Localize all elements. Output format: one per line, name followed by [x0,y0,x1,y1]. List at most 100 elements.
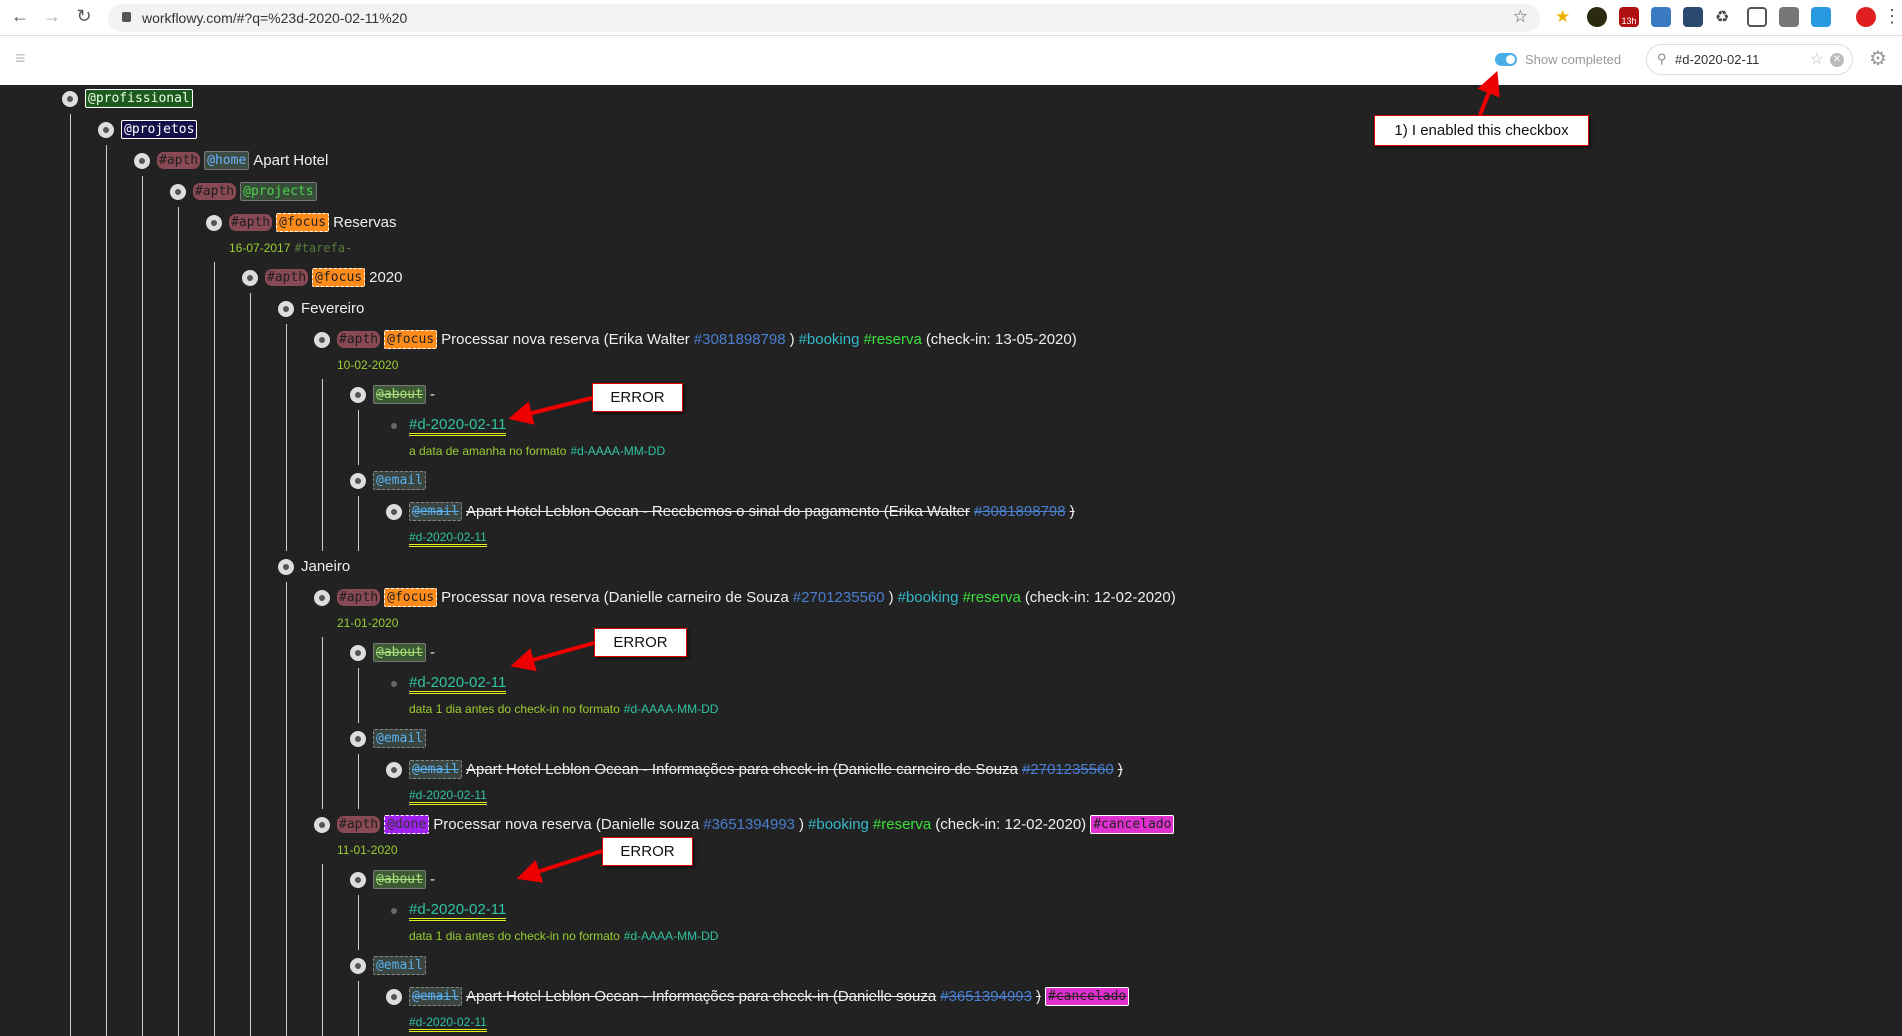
bullet-icon[interactable] [314,816,330,833]
tag-apth[interactable]: #apth [193,183,237,200]
reserva-link[interactable]: #reserva [863,331,921,348]
num-link[interactable]: #3651394993 [703,816,795,833]
bullet-icon[interactable] [386,761,402,778]
bullet-icon[interactable] [242,269,258,286]
num-link[interactable]: #3081898798 [694,331,786,348]
num-link[interactable]: #2701235560 [793,589,885,606]
bullet-icon[interactable] [278,558,294,575]
bullet-icon[interactable] [134,152,150,169]
outline-row[interactable]: @email [350,723,1180,754]
reload-icon[interactable]: ↻ [72,6,96,27]
outline-row[interactable]: @email [350,465,1180,496]
tag-focus[interactable]: @focus [384,330,438,349]
forward-icon[interactable]: → [40,6,64,27]
hamburger-menu-icon[interactable]: ≡ [15,49,29,67]
show-completed-label[interactable]: Show completed [1525,52,1621,67]
tag-done[interactable]: @done [384,815,430,834]
bullet-icon[interactable] [386,418,402,434]
bullet-icon[interactable] [386,503,402,520]
settings-gear-icon[interactable]: ⚙ [1869,46,1887,71]
outline-row[interactable]: #apth @done Processar nova reserva (Daniel… [314,809,1180,840]
outline-row[interactable]: @profissional [62,83,1180,114]
tag-apth[interactable]: #apth [337,589,381,606]
bullet-icon[interactable] [314,331,330,348]
tag-apth[interactable]: #apth [265,269,309,286]
tag-focus[interactable]: @focus [312,268,366,287]
outline-row[interactable]: @email [350,950,1180,981]
tag-email[interactable]: @email [409,502,462,521]
outline-row[interactable]: #apth @focus Reservas [206,207,1180,238]
extension-s-icon[interactable] [1651,7,1671,27]
bullet-icon[interactable] [350,644,366,661]
tag-email[interactable]: @email [409,760,462,779]
extension-timer-badge[interactable]: 13h [1619,7,1639,27]
tag-email[interactable]: @email [373,956,426,975]
item-note[interactable]: #d-2020-02-11 [386,785,1180,809]
tag-about[interactable]: @about [373,643,426,662]
tag-focus[interactable]: @focus [276,213,330,232]
hashd2-link[interactable]: #d-AAAA-MM-DD [570,444,665,458]
hashd-link[interactable]: #d-2020-02-11 [409,416,507,436]
tag-apth[interactable]: #apth [157,152,201,169]
outline-row[interactable]: #apth @focus 2020 [242,262,1180,293]
clear-search-icon[interactable]: ✕ [1830,53,1844,67]
search-input[interactable]: ⚲ #d-2020-02-11 ☆ ✕ [1646,44,1853,75]
num-link[interactable]: #3651394993 [940,988,1032,1005]
tag-apth[interactable]: #apth [229,214,273,231]
reserva-link[interactable]: #reserva [962,589,1020,606]
bullet-icon[interactable] [98,121,114,138]
bullet-icon[interactable] [386,676,402,692]
item-note[interactable]: 21-01-2020 [314,613,1180,637]
bullet-icon[interactable] [314,589,330,606]
num-link[interactable]: #3081898798 [974,503,1066,520]
bullet-icon[interactable] [170,183,186,200]
tag-profissional[interactable]: @profissional [85,89,193,108]
bullet-icon[interactable] [350,871,366,888]
bullet-icon[interactable] [386,988,402,1005]
outline-row[interactable]: #d-2020-02-11 [386,410,1180,441]
tag-email[interactable]: @email [373,471,426,490]
outline-row[interactable]: @about - [350,864,1180,895]
item-note[interactable]: a data de amanha no formato #d-AAAA-MM-DD [386,441,1180,465]
bookmark-star-icon[interactable]: ☆ [1513,7,1528,27]
tag-apth[interactable]: #apth [337,331,381,348]
item-note[interactable]: data 1 dia antes do check-in no formato #… [386,699,1180,723]
item-note[interactable]: #d-2020-02-11 [386,527,1180,551]
hashd-link[interactable]: #d-2020-02-11 [409,530,487,547]
extension-panel-icon[interactable] [1779,7,1799,27]
tag-apth[interactable]: #apth [337,816,381,833]
extension-recycle-icon[interactable]: ♻ [1715,7,1735,27]
extension-box-icon[interactable] [1747,7,1767,27]
tag-focus[interactable]: @focus [384,588,438,607]
item-note[interactable]: 11-01-2020 [314,840,1180,864]
tag-tarefa[interactable]: #tarefa- [294,241,352,255]
outline-row[interactable]: #d-2020-02-11 [386,668,1180,699]
extension-icon[interactable] [1587,7,1607,27]
hashd2-link[interactable]: #d-AAAA-MM-DD [624,929,719,943]
bullet-icon[interactable] [350,472,366,489]
outline-row[interactable]: @email Apart Hotel Leblon Ocean - Informa… [386,754,1180,785]
item-note[interactable]: 10-02-2020 [314,355,1180,379]
outline-row[interactable]: #apth @focus Processar nova reserva (Danie… [314,582,1180,613]
hashd-link[interactable]: #d-2020-02-11 [409,674,507,694]
outline-row[interactable]: #d-2020-02-11 [386,895,1180,926]
tag-email[interactable]: @email [373,729,426,748]
extension-hand-icon[interactable] [1856,7,1876,27]
outline-row[interactable]: @email Apart Hotel Leblon Ocean - Recebem… [386,496,1180,527]
bullet-icon[interactable] [350,957,366,974]
tag-about[interactable]: @about [373,385,426,404]
outline-row[interactable]: @about - [350,637,1180,668]
tag-about[interactable]: @about [373,870,426,889]
hashd2-link[interactable]: #d-AAAA-MM-DD [624,702,719,716]
item-note[interactable]: data 1 dia antes do check-in no formato #… [386,926,1180,950]
bullet-icon[interactable] [350,386,366,403]
outline-row[interactable]: #apth @focus Processar nova reserva (Erika… [314,324,1180,355]
extension-circle-icon[interactable] [1683,7,1703,27]
bullet-icon[interactable] [350,730,366,747]
outline-row[interactable]: #apth @projects [170,176,1180,207]
back-icon[interactable]: ← [8,6,32,27]
outline-row[interactable]: Janeiro [278,551,1180,582]
tag-home[interactable]: @home [204,151,250,170]
tag-cancelado[interactable]: #cancelado [1090,815,1175,834]
outline-row[interactable]: @projetos [98,114,1180,145]
